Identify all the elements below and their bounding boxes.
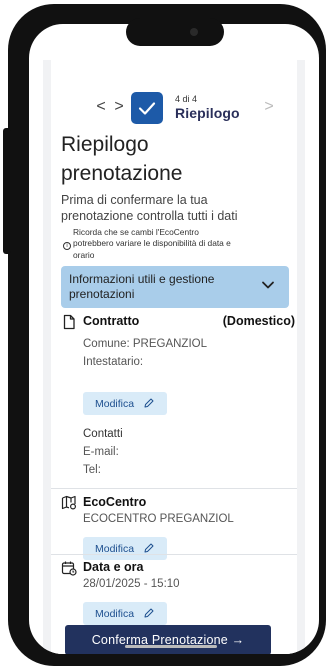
- map-icon: [61, 495, 77, 510]
- modifica-ecocentro-button[interactable]: Modifica: [83, 537, 167, 560]
- check-icon: [138, 102, 156, 115]
- modifica-contratto-label: Modifica: [95, 397, 135, 410]
- info-icon: i: [63, 242, 71, 250]
- pencil-icon: [144, 398, 154, 408]
- pencil-icon: [144, 543, 154, 553]
- info-accordion[interactable]: Informazioni utili e gestione prenotazio…: [61, 266, 289, 308]
- intro-line-1: Prima di confermare la tua: [61, 193, 208, 207]
- ecocentro-value: ECOCENTRO PREGANZIOL: [83, 513, 234, 525]
- accordion-label-line-2: prenotazioni: [69, 287, 135, 301]
- step-complete-badge: [131, 92, 163, 124]
- modifica-data-ora-label: Modifica: [95, 607, 135, 620]
- accordion-label-line-1: Informazioni utili e gestione: [69, 272, 215, 286]
- ecocentro-title: EcoCentro: [83, 495, 147, 509]
- ecocentro-notice: Ricorda che se cambi l'EcoCentro i potreb…: [63, 227, 293, 261]
- email-value: E-mail:: [83, 446, 119, 458]
- phone-screen: < > 4 di 4 Riepilogo > Riepilogo prenota…: [29, 24, 319, 654]
- stepper: < > 4 di 4 Riepilogo >: [51, 90, 297, 124]
- contratto-title: Contratto: [83, 314, 140, 328]
- notice-line-1: Ricorda che se cambi l'EcoCentro: [73, 227, 199, 237]
- page-title: Riepilogo prenotazione: [61, 130, 182, 188]
- next-step-button[interactable]: >: [111, 98, 127, 116]
- camera-dot: [190, 28, 198, 36]
- comune-value: Comune: PREGANZIOL: [83, 338, 207, 350]
- notice-line-2-text: potrebbero variare le disponibilità di d…: [73, 238, 231, 248]
- section-divider: [51, 554, 297, 555]
- intro-line-2: prenotazione controlla tutti i dati: [61, 209, 238, 223]
- document-icon: [63, 314, 75, 330]
- app-content: < > 4 di 4 Riepilogo > Riepilogo prenota…: [51, 60, 297, 654]
- contratto-type: (Domestico): [222, 314, 295, 328]
- tel-value: Tel:: [83, 464, 101, 476]
- pencil-icon: [144, 608, 154, 618]
- conferma-prenotazione-button[interactable]: Conferma Prenotazione →: [65, 625, 271, 654]
- phone-notch: [126, 18, 224, 46]
- contatti-title: Contatti: [83, 428, 123, 440]
- modifica-data-ora-button[interactable]: Modifica: [83, 602, 167, 625]
- phone-side-button: [3, 128, 11, 254]
- intro-text: Prima di confermare la tua prenotazione …: [61, 192, 238, 224]
- data-ora-title: Data e ora: [83, 560, 144, 574]
- notice-line-2: i potrebbero variare le disponibilità di …: [63, 238, 293, 250]
- forward-step-button[interactable]: >: [261, 98, 277, 116]
- section-divider: [51, 488, 297, 489]
- intestatario-value: Intestatario:: [83, 356, 144, 368]
- home-indicator: [125, 645, 217, 648]
- step-name: Riepilogo: [175, 105, 240, 121]
- page-title-line-1: Riepilogo: [61, 133, 149, 156]
- data-ora-value: 28/01/2025 - 15:10: [83, 578, 180, 590]
- calendar-clock-icon: [61, 561, 77, 576]
- modifica-contratto-button[interactable]: Modifica: [83, 392, 167, 415]
- page-title-line-2: prenotazione: [61, 162, 183, 185]
- chevron-down-icon: [262, 281, 274, 289]
- modifica-ecocentro-label: Modifica: [95, 542, 135, 555]
- notice-line-3: orario: [73, 250, 95, 260]
- phone-frame: < > 4 di 4 Riepilogo > Riepilogo prenota…: [8, 4, 326, 666]
- previous-step-button[interactable]: <: [93, 98, 109, 116]
- step-count: 4 di 4: [175, 94, 198, 104]
- info-accordion-label: Informazioni utili e gestione prenotazio…: [69, 272, 239, 302]
